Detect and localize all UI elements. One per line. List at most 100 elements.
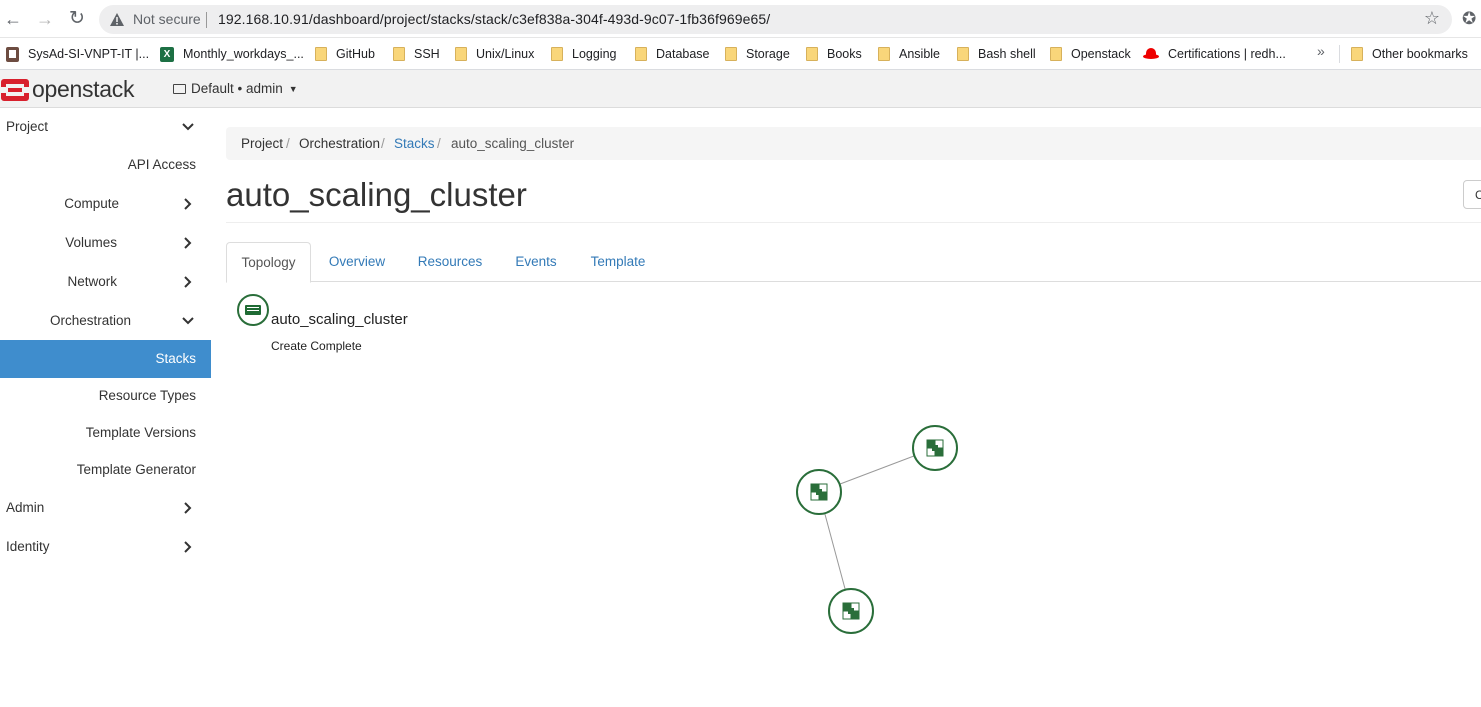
stack-tabs: Topology Overview Resources Events Templ… bbox=[226, 242, 1481, 283]
breadcrumb-stacks-link[interactable]: Stacks bbox=[394, 136, 435, 151]
bookmark-star-icon[interactable]: ☆ bbox=[1424, 8, 1440, 29]
tab-topology[interactable]: Topology bbox=[226, 242, 311, 283]
resource-node[interactable] bbox=[828, 588, 874, 634]
sidebar-item-volumes[interactable]: Volumes bbox=[0, 223, 211, 262]
bookmark-label: GitHub bbox=[336, 47, 375, 61]
title-divider bbox=[226, 222, 1481, 223]
bookmark-item[interactable]: Unix/Linux bbox=[455, 44, 534, 64]
bookmark-label: Database bbox=[656, 47, 710, 61]
folder-icon bbox=[551, 47, 563, 61]
breadcrumb-orchestration: Orchestration bbox=[299, 136, 381, 151]
book-icon bbox=[6, 46, 19, 62]
sidebar-item-compute[interactable]: Compute bbox=[0, 184, 211, 223]
chevron-right-icon bbox=[184, 502, 192, 514]
breadcrumb-separator: / bbox=[381, 136, 385, 151]
folder-icon bbox=[806, 47, 818, 61]
chevron-right-icon bbox=[184, 276, 192, 288]
other-bookmarks[interactable]: Other bookmarks bbox=[1351, 44, 1468, 64]
check-stack-button[interactable]: C bbox=[1463, 180, 1481, 209]
bookmark-item[interactable]: Certifications | redh... bbox=[1143, 44, 1286, 64]
server-group-icon bbox=[842, 602, 860, 620]
bookmark-label: Logging bbox=[572, 47, 617, 61]
sidebar-item-label: Identity bbox=[6, 539, 50, 554]
chevron-right-icon bbox=[184, 198, 192, 210]
bookmark-item[interactable]: Storage bbox=[725, 44, 790, 64]
extensions-icon[interactable]: ✪ bbox=[1462, 9, 1476, 29]
sidebar-item-label: Project bbox=[6, 119, 49, 134]
bookmark-item[interactable]: Database bbox=[635, 44, 710, 64]
sidebar-item-template-versions[interactable]: Template Versions bbox=[0, 415, 211, 452]
project-context-dropdown[interactable]: Default • admin ▼ bbox=[173, 81, 298, 96]
bookmark-item[interactable]: Books bbox=[806, 44, 862, 64]
tab-overview[interactable]: Overview bbox=[318, 242, 396, 282]
bookmark-label: Unix/Linux bbox=[476, 47, 535, 61]
back-arrow-icon[interactable]: ← bbox=[2, 8, 24, 30]
folder-icon bbox=[1050, 47, 1062, 61]
bookmark-item[interactable]: Logging bbox=[551, 44, 617, 64]
sidebar-item-orchestration[interactable]: Orchestration bbox=[0, 301, 211, 340]
security-label[interactable]: Not secure bbox=[133, 11, 201, 27]
bookmark-item[interactable]: Openstack bbox=[1050, 44, 1131, 64]
url-text[interactable]: 192.168.10.91/dashboard/project/stacks/s… bbox=[218, 11, 770, 27]
stack-name: auto_scaling_cluster bbox=[271, 311, 408, 328]
bookmark-label: Bash shell bbox=[978, 47, 1036, 61]
tab-resources[interactable]: Resources bbox=[410, 242, 490, 282]
chevron-right-icon bbox=[184, 237, 192, 249]
sidebar-item-identity[interactable]: Identity bbox=[0, 528, 211, 567]
chevron-down-icon bbox=[182, 317, 194, 325]
sidebar-item-resource-types[interactable]: Resource Types bbox=[0, 378, 211, 415]
bookmark-item[interactable]: Ansible bbox=[878, 44, 940, 64]
warning-icon bbox=[110, 13, 124, 26]
folder-icon bbox=[878, 47, 890, 61]
bookmark-label: Books bbox=[827, 47, 862, 61]
sidebar-item-label: Compute bbox=[64, 196, 119, 211]
resource-node[interactable] bbox=[796, 469, 842, 515]
sidebar-item-network[interactable]: Network bbox=[0, 262, 211, 301]
stack-status: Create Complete bbox=[271, 339, 362, 353]
address-bar[interactable]: Not secure 192.168.10.91/dashboard/proje… bbox=[99, 5, 1452, 34]
bookmarks-bar: SysAd-SI-VNPT-IT |... X Monthly_workdays… bbox=[0, 38, 1481, 70]
bookmark-item[interactable]: X Monthly_workdays_... bbox=[160, 44, 304, 64]
excel-icon: X bbox=[160, 46, 174, 62]
reload-icon[interactable]: ↻ bbox=[66, 8, 88, 30]
folder-icon bbox=[635, 47, 647, 61]
folder-icon bbox=[725, 47, 737, 61]
breadcrumb-separator: / bbox=[286, 136, 290, 151]
sidebar-item-label: API Access bbox=[127, 157, 196, 172]
sidebar-item-api-access[interactable]: API Access bbox=[0, 146, 211, 184]
bookmark-label: Storage bbox=[746, 47, 790, 61]
bookmark-item[interactable]: SSH bbox=[393, 44, 440, 64]
sidebar-item-label: Stacks bbox=[155, 351, 196, 366]
openstack-logo[interactable]: openstack bbox=[0, 75, 134, 103]
sidebar-item-template-generator[interactable]: Template Generator bbox=[0, 452, 211, 489]
bookmark-item[interactable]: SysAd-SI-VNPT-IT |... bbox=[6, 44, 149, 64]
server-group-icon bbox=[810, 483, 828, 501]
folder-icon bbox=[455, 47, 467, 61]
chevron-right-icon bbox=[184, 541, 192, 553]
more-bookmarks-button[interactable]: » bbox=[1317, 43, 1325, 59]
sidebar-item-label: Resource Types bbox=[98, 388, 196, 403]
sidebar-item-project[interactable]: Project bbox=[0, 108, 211, 146]
sidebar-item-label: Volumes bbox=[65, 235, 117, 250]
bookmark-label: SSH bbox=[414, 47, 440, 61]
stack-icon[interactable] bbox=[237, 294, 269, 326]
sidebar-item-label: Network bbox=[67, 274, 117, 289]
breadcrumb: Project / Orchestration / Stacks / auto_… bbox=[226, 127, 1481, 160]
tab-events[interactable]: Events bbox=[505, 242, 567, 282]
sidebar-item-stacks[interactable]: Stacks bbox=[0, 340, 211, 378]
bookmark-item[interactable]: GitHub bbox=[315, 44, 375, 64]
sidebar-item-label: Template Versions bbox=[85, 425, 196, 440]
forward-arrow-icon[interactable]: → bbox=[34, 8, 56, 30]
tab-template[interactable]: Template bbox=[582, 242, 654, 282]
bookmark-label: SysAd-SI-VNPT-IT |... bbox=[28, 47, 150, 61]
sidebar-item-admin[interactable]: Admin bbox=[0, 489, 211, 528]
bookmark-item[interactable]: Bash shell bbox=[957, 44, 1036, 64]
logo-text: openstack bbox=[32, 75, 135, 102]
folder-icon bbox=[315, 47, 327, 61]
bookmark-label: Monthly_workdays_... bbox=[183, 47, 304, 61]
bookmark-label: Certifications | redh... bbox=[1168, 47, 1286, 61]
folder-icon bbox=[957, 47, 969, 61]
sidebar-item-label: Admin bbox=[6, 500, 45, 515]
resource-node[interactable] bbox=[912, 425, 958, 471]
bookmark-label: Other bookmarks bbox=[1372, 47, 1468, 61]
